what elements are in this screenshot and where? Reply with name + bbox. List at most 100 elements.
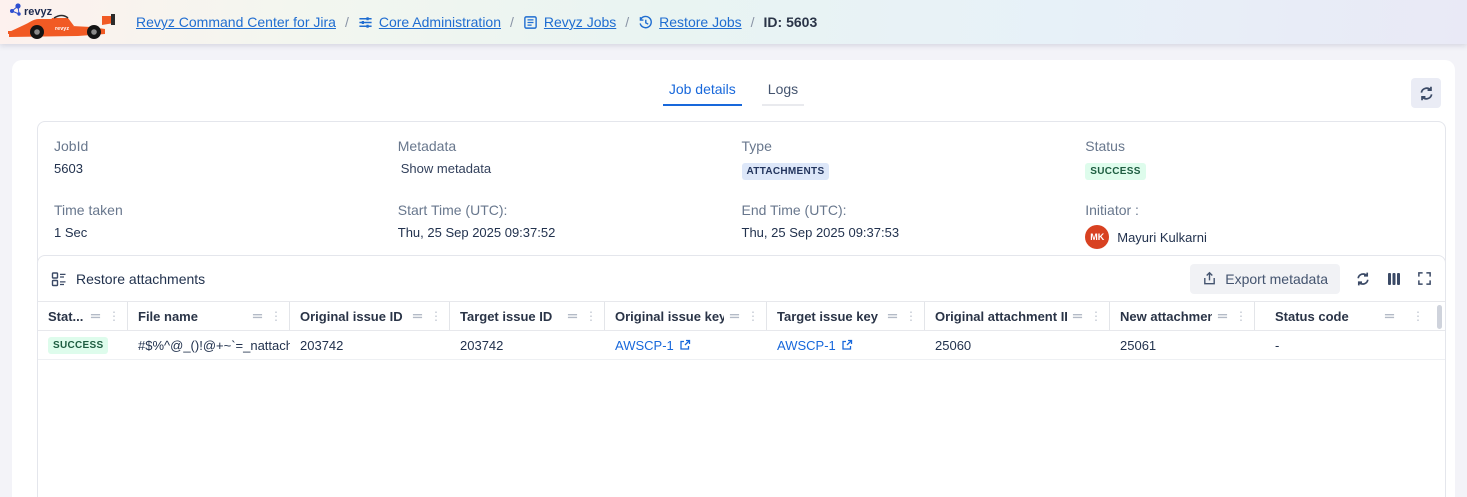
filter-icon[interactable] bbox=[252, 311, 263, 321]
end-time-label: End Time (UTC): bbox=[742, 202, 1086, 218]
filter-icon[interactable] bbox=[567, 311, 578, 321]
avatar: MK bbox=[1085, 225, 1109, 249]
cell-new-attachment-id: 25061 bbox=[1110, 338, 1255, 353]
table-actions: Export metadata bbox=[1190, 264, 1432, 294]
cell-original-issue-key: AWSCP-1 bbox=[605, 338, 767, 353]
journal-icon bbox=[523, 15, 538, 30]
tab-bar: Job details Logs bbox=[12, 60, 1455, 106]
breadcrumb-revyz-jobs-link[interactable]: Revyz Jobs bbox=[523, 14, 616, 30]
column-menu-icon[interactable]: ⋮ bbox=[1410, 310, 1426, 322]
filter-icon[interactable] bbox=[887, 311, 898, 321]
cell-status: SUCCESS bbox=[38, 336, 128, 354]
filter-icon[interactable] bbox=[1384, 311, 1395, 321]
start-time-value: Thu, 25 Sep 2025 09:37:52 bbox=[398, 225, 742, 240]
column-label: Original attachment ID bbox=[935, 309, 1067, 324]
breadcrumb-separator: / bbox=[345, 14, 349, 30]
original-issue-key-link[interactable]: AWSCP-1 bbox=[615, 338, 691, 353]
table-refresh-button[interactable] bbox=[1355, 271, 1371, 287]
start-time-label: Start Time (UTC): bbox=[398, 202, 742, 218]
tab-job-details[interactable]: Job details bbox=[663, 78, 742, 106]
svg-text:revyz: revyz bbox=[55, 26, 69, 32]
column-label: New attachmen... bbox=[1120, 309, 1212, 324]
time-taken-label: Time taken bbox=[54, 202, 398, 218]
issue-key-text: AWSCP-1 bbox=[777, 338, 836, 353]
column-status: Stat... ⋮ bbox=[38, 302, 128, 330]
column-label: Stat... bbox=[48, 309, 85, 324]
column-target-issue-id: Target issue ID ⋮ bbox=[450, 302, 605, 330]
metadata-label: Metadata bbox=[398, 138, 742, 154]
initiator-name: Mayuri Kulkarni bbox=[1117, 230, 1207, 245]
column-target-issue-key: Target issue key ⋮ bbox=[767, 302, 925, 330]
breadcrumb-core-administration-link[interactable]: Core Administration bbox=[358, 14, 501, 30]
column-menu-icon[interactable]: ⋮ bbox=[1233, 310, 1249, 322]
column-menu-icon[interactable]: ⋮ bbox=[268, 310, 284, 322]
table-column-header-row: Stat... ⋮ File name ⋮ Original issue ID … bbox=[38, 301, 1445, 331]
page-refresh-button[interactable] bbox=[1411, 78, 1441, 108]
show-metadata-link[interactable]: Show metadata bbox=[398, 161, 742, 176]
cell-original-issue-id: 203742 bbox=[290, 338, 450, 353]
table-title-text: Restore attachments bbox=[76, 271, 205, 287]
breadcrumb-app-link[interactable]: Revyz Command Center for Jira bbox=[136, 14, 336, 30]
column-menu-icon[interactable]: ⋮ bbox=[106, 310, 122, 322]
status-badge: SUCCESS bbox=[1085, 163, 1145, 180]
columns-icon bbox=[1386, 271, 1402, 287]
refresh-icon bbox=[1355, 271, 1371, 287]
revyz-racecar-icon: revyz revyz bbox=[6, 2, 124, 42]
type-badge: ATTACHMENTS bbox=[742, 163, 830, 180]
revyz-logo: revyz revyz bbox=[6, 2, 126, 42]
initiator-user: MK Mayuri Kulkarni bbox=[1085, 225, 1429, 249]
tab-logs[interactable]: Logs bbox=[762, 78, 804, 106]
cell-file-name: #$%^@_()!@+~`=_nattachme bbox=[128, 338, 290, 353]
column-label: Original issue ID bbox=[300, 309, 407, 324]
field-metadata: Metadata Show metadata bbox=[398, 138, 742, 180]
breadcrumb: Revyz Command Center for Jira / Core Adm… bbox=[136, 14, 817, 30]
sliders-icon bbox=[358, 15, 373, 30]
column-original-issue-key: Original issue key ⋮ bbox=[605, 302, 767, 330]
breadcrumb-separator: / bbox=[751, 14, 755, 30]
end-time-value: Thu, 25 Sep 2025 09:37:53 bbox=[742, 225, 1086, 240]
column-new-attachment-id: New attachmen... ⋮ bbox=[1110, 302, 1255, 330]
jobid-label: JobId bbox=[54, 138, 398, 154]
column-label: Target issue key bbox=[777, 309, 882, 324]
time-taken-value: 1 Sec bbox=[54, 225, 398, 240]
column-menu-icon[interactable]: ⋮ bbox=[583, 310, 599, 322]
target-issue-key-link[interactable]: AWSCP-1 bbox=[777, 338, 853, 353]
column-menu-icon[interactable]: ⋮ bbox=[1088, 310, 1104, 322]
field-status: Status SUCCESS bbox=[1085, 138, 1429, 180]
detail-list-icon bbox=[51, 271, 67, 287]
filter-icon[interactable] bbox=[1072, 311, 1083, 321]
breadcrumb-restore-jobs-link[interactable]: Restore Jobs bbox=[638, 14, 741, 30]
table-row[interactable]: SUCCESS #$%^@_()!@+~`=_nattachme 203742 … bbox=[38, 331, 1445, 360]
top-navigation-bar: revyz revyz Revyz Command Center for Jir… bbox=[0, 0, 1467, 44]
filter-icon[interactable] bbox=[729, 311, 740, 321]
logo-wordmark: revyz bbox=[24, 6, 53, 18]
breadcrumb-separator: / bbox=[625, 14, 629, 30]
main-panel: Job details Logs JobId 5603 Metadata Sho… bbox=[12, 60, 1455, 497]
column-menu-icon[interactable]: ⋮ bbox=[745, 310, 761, 322]
filter-icon[interactable] bbox=[412, 311, 423, 321]
filter-icon[interactable] bbox=[90, 311, 101, 321]
table-header-bar: Restore attachments Export metadata bbox=[38, 256, 1445, 301]
filter-icon[interactable] bbox=[1217, 311, 1228, 321]
column-label: File name bbox=[138, 309, 247, 324]
issue-key-text: AWSCP-1 bbox=[615, 338, 674, 353]
fullscreen-button[interactable] bbox=[1417, 271, 1432, 286]
field-type: Type ATTACHMENTS bbox=[742, 138, 1086, 180]
export-metadata-button[interactable]: Export metadata bbox=[1190, 264, 1340, 294]
column-menu-icon[interactable]: ⋮ bbox=[428, 310, 444, 322]
column-label: Original issue key bbox=[615, 309, 724, 324]
breadcrumb-label: Core Administration bbox=[379, 14, 501, 30]
refresh-icon bbox=[1418, 85, 1435, 102]
column-label: Target issue ID bbox=[460, 309, 562, 324]
column-menu-icon[interactable]: ⋮ bbox=[903, 310, 919, 322]
field-time-taken: Time taken 1 Sec bbox=[54, 202, 398, 249]
column-settings-button[interactable] bbox=[1386, 271, 1402, 287]
table-scrollbar[interactable] bbox=[1437, 305, 1442, 329]
history-icon bbox=[638, 15, 653, 30]
column-file-name: File name ⋮ bbox=[128, 302, 290, 330]
jobid-value: 5603 bbox=[54, 161, 398, 176]
upload-icon bbox=[1202, 271, 1217, 286]
breadcrumb-current-id: ID: 5603 bbox=[764, 14, 818, 30]
field-jobid: JobId 5603 bbox=[54, 138, 398, 180]
field-initiator: Initiator : MK Mayuri Kulkarni bbox=[1085, 202, 1429, 249]
